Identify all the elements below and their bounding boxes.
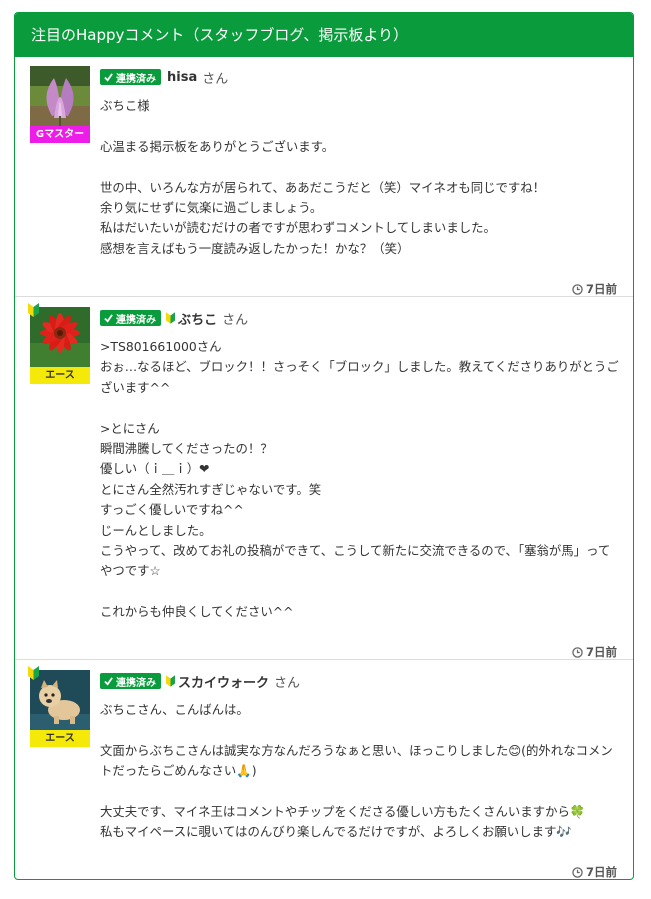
rank-badge: エース	[30, 367, 90, 384]
check-leaf-icon	[104, 313, 113, 323]
comment-body: ぶちこさん、こんばんは。 文面からぶちこさんは誠実な方なんだろうなぁと思い、ほっ…	[100, 702, 613, 840]
beginner-mark-icon	[28, 666, 39, 680]
red-gerbera-photo	[30, 307, 90, 367]
comment-body: ぶちこ様 心温まる掲示板をありがとうございます。 世の中、いろんな方が居られて、…	[100, 98, 546, 256]
comment-item: エース 連携済み ぶちこ さん >TS801661000さん おぉ…なるほど、ブ…	[15, 298, 633, 660]
comment-body: >TS801661000さん おぉ…なるほど、ブロック！！さっそく「ブロック」し…	[100, 339, 619, 620]
author-line: 連携済み ぶちこ さん	[100, 308, 620, 328]
rank-badge: Gマスター	[30, 126, 90, 143]
clock-icon	[572, 866, 583, 878]
timestamp: 7日前	[572, 281, 617, 297]
timestamp-label: 7日前	[585, 282, 617, 296]
honorific: さん	[202, 71, 229, 87]
timestamp-label: 7日前	[585, 865, 617, 879]
beginner-mark-icon	[166, 312, 175, 324]
timestamp: 7日前	[572, 644, 617, 660]
timestamp-label: 7日前	[585, 645, 617, 659]
linked-badge-label: 連携済み	[116, 677, 156, 689]
rank-badge: エース	[30, 730, 90, 747]
linked-badge-label: 連携済み	[116, 314, 156, 326]
comment-content: 連携済み ぶちこ さん >TS801661000さん おぉ…なるほど、ブロック！…	[100, 308, 620, 623]
comment-content: 連携済み スカイウォーク さん ぶちこさん、こんばんは。 文面からぶちこさんは誠…	[100, 671, 620, 843]
check-leaf-icon	[104, 72, 113, 82]
user-avatar[interactable]: Gマスター	[30, 66, 90, 143]
happy-comments-panel: 注目のHappyコメント（スタッフブログ、掲示板より） Gマスター 連携済み h…	[14, 12, 634, 880]
honorific: さん	[222, 312, 249, 328]
comment-item: Gマスター 連携済み hisa さん ぶちこ様 心温まる掲示板をありがとうござい…	[15, 57, 633, 297]
author-line: 連携済み スカイウォーク さん	[100, 671, 620, 691]
beginner-mark-icon	[166, 675, 175, 687]
beginner-mark-icon	[28, 303, 39, 317]
linked-badge: 連携済み	[100, 310, 161, 326]
user-avatar[interactable]: エース	[28, 303, 90, 384]
honorific: さん	[274, 675, 301, 691]
timestamp: 7日前	[572, 864, 617, 879]
linked-badge: 連携済み	[100, 69, 161, 85]
comment-item: エース 連携済み スカイウォーク さん ぶちこさん、こんばんは。 文面からぶちこ…	[15, 661, 633, 879]
username-link[interactable]: ぶちこ	[178, 309, 217, 328]
linked-badge-label: 連携済み	[116, 73, 156, 85]
comment-content: 連携済み hisa さん ぶちこ様 心温まる掲示板をありがとうございます。 世の…	[100, 67, 620, 259]
clock-icon	[572, 646, 583, 658]
clock-icon	[572, 283, 583, 295]
linked-badge: 連携済み	[100, 673, 161, 689]
user-avatar[interactable]: エース	[28, 666, 90, 747]
username-link[interactable]: hisa	[167, 70, 197, 85]
check-leaf-icon	[104, 676, 113, 686]
dog-figurine-photo	[30, 670, 90, 730]
panel-title: 注目のHappyコメント（スタッフブログ、掲示板より）	[15, 13, 633, 57]
username-link[interactable]: スカイウォーク	[178, 672, 269, 691]
author-line: 連携済み hisa さん	[100, 67, 620, 87]
magnolia-flower-photo	[30, 66, 90, 126]
